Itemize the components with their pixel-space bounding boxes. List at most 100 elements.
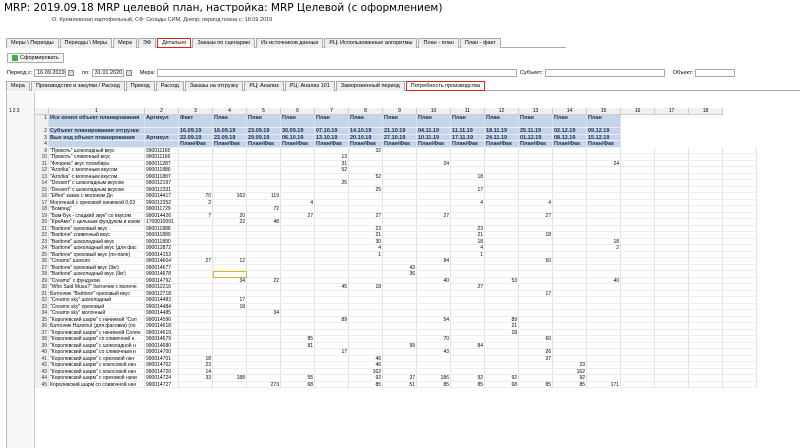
- tab-second-7[interactable]: Замороженный период: [335, 81, 405, 91]
- column-header[interactable]: 2: [145, 108, 179, 115]
- column-header[interactable]: 10: [417, 108, 451, 115]
- empty-cell[interactable]: [621, 381, 655, 388]
- value-cell[interactable]: 85: [519, 381, 553, 388]
- period-to-label: по:: [82, 70, 90, 76]
- header-cell[interactable]: Факт: [179, 115, 213, 128]
- tab-second-5[interactable]: РЦ: Анализ: [244, 81, 284, 91]
- column-header[interactable]: 8: [349, 108, 383, 115]
- tab-top-8[interactable]: План - план: [418, 38, 459, 48]
- article-cell[interactable]: 990014727: [145, 381, 179, 388]
- subject-filter: Субъект: Объект:: [520, 69, 736, 77]
- tab-top-9[interactable]: План - факт: [459, 38, 501, 48]
- form-button[interactable]: Сформировать: [7, 53, 64, 63]
- tab-second-8[interactable]: Потребность производства: [405, 81, 486, 91]
- column-header[interactable]: 15: [587, 108, 621, 115]
- period-to-field[interactable]: 31.01.2020: [91, 69, 124, 77]
- value-cell[interactable]: [315, 381, 349, 388]
- column-header[interactable]: 9: [383, 108, 417, 115]
- header-cell[interactable]: Иск конпл объект планирования: [49, 115, 145, 128]
- top-tabs: Меры \ Периоды Периоды \ Меры Мера ЭФ Деталь…: [6, 38, 566, 48]
- period-filter: Период с: 16.09.2019 по: 31.01.2020 Мера…: [7, 69, 518, 77]
- header-row: 1 Иск конпл объект планирования Артикул Фак…: [35, 115, 757, 128]
- outline-level-button[interactable]: 1: [9, 108, 12, 114]
- column-header[interactable]: 16: [621, 108, 655, 115]
- header-cell[interactable]: План: [315, 115, 349, 128]
- header-cell[interactable]: План: [417, 115, 451, 128]
- calendar-icon[interactable]: [125, 70, 132, 76]
- tab-top-3[interactable]: ЭФ: [137, 38, 157, 48]
- object-field[interactable]: [695, 69, 736, 77]
- outline-level-button[interactable]: 2: [13, 108, 16, 114]
- tab-top-5[interactable]: Заказы по сценарию: [192, 38, 256, 48]
- spreadsheet-grid[interactable]: 123 1 2 3 4 5 6 7 8 9 10 11 12 13 14 15 16 17 18 1 Иск кон…: [6, 92, 800, 448]
- value-cell[interactable]: 68: [485, 381, 519, 388]
- value-cell[interactable]: 51: [383, 381, 417, 388]
- header-cell[interactable]: Артикул: [145, 115, 179, 128]
- value-cell[interactable]: 85: [451, 381, 485, 388]
- tab-second-1[interactable]: Производство и закупки / Расход: [30, 81, 125, 91]
- tab-second-4[interactable]: Заказы на отгрузку: [184, 81, 244, 91]
- period-from-label: Период с:: [7, 70, 33, 76]
- column-header[interactable]: 14: [553, 108, 587, 115]
- column-header[interactable]: 18: [689, 108, 723, 115]
- header-cell[interactable]: План: [587, 115, 621, 128]
- tab-second-0[interactable]: Мера: [6, 81, 30, 91]
- tab-top-7[interactable]: РЦ: Использованные алгоритмы: [324, 38, 418, 48]
- header-cell[interactable]: План: [281, 115, 315, 128]
- value-cell[interactable]: 273: [247, 381, 281, 388]
- empty-cell[interactable]: [723, 381, 757, 388]
- tab-top-6[interactable]: Из источников данных: [256, 38, 324, 48]
- column-header[interactable]: 3: [179, 108, 213, 115]
- period-from-field[interactable]: 16.09.2019: [34, 69, 67, 77]
- window-title: MRP: 2019.09.18 MRP целевой план, настро…: [4, 2, 443, 14]
- product-name-cell[interactable]: Королевский шарм со сливочной нач: [49, 381, 145, 388]
- header-cell[interactable]: План: [553, 115, 587, 128]
- value-cell[interactable]: 171: [587, 381, 621, 388]
- row-number[interactable]: 1: [35, 115, 49, 128]
- column-header[interactable]: 6: [281, 108, 315, 115]
- value-cell[interactable]: 85: [417, 381, 451, 388]
- calendar-icon[interactable]: [68, 70, 75, 76]
- table-row: 45 Королевский шарм со сливочной нач 99001…: [35, 381, 757, 388]
- tab-top-2[interactable]: Мера: [113, 38, 137, 48]
- header-cell[interactable]: План: [349, 115, 383, 128]
- tab-top-4[interactable]: Детально: [157, 38, 192, 48]
- tab-second-3[interactable]: Расход: [155, 81, 184, 91]
- rows-container: 1 Иск конпл объект планирования Артикул Фак…: [35, 115, 757, 388]
- measure-label: Мера:: [139, 70, 156, 76]
- outline-level-button[interactable]: 3: [17, 108, 20, 114]
- tab-second-6[interactable]: РЦ: Анализ 101: [284, 81, 335, 91]
- tab-second-2[interactable]: Приход: [125, 81, 155, 91]
- subject-field[interactable]: [544, 69, 665, 77]
- row-number[interactable]: 45: [35, 381, 49, 388]
- tab-top-1[interactable]: Периоды \ Меры: [59, 38, 113, 48]
- column-headers: 1 2 3 4 5 6 7 8 9 10 11 12 13 14 15 16 17 18: [35, 108, 723, 115]
- value-cell[interactable]: [213, 381, 247, 388]
- column-header[interactable]: 5: [247, 108, 281, 115]
- outline-levels[interactable]: 123: [9, 108, 20, 114]
- header-cell[interactable]: План: [247, 115, 281, 128]
- secondary-tabs: Мера Производство и закупки / Расход Прихо…: [6, 81, 800, 91]
- header-cell[interactable]: План: [213, 115, 247, 128]
- header-cell[interactable]: План: [485, 115, 519, 128]
- tab-top-0[interactable]: Меры \ Периоды: [6, 38, 59, 48]
- column-header[interactable]: 4: [213, 108, 247, 115]
- column-header[interactable]: 12: [485, 108, 519, 115]
- column-header[interactable]: [35, 108, 49, 115]
- empty-cell[interactable]: [689, 381, 723, 388]
- value-cell[interactable]: 85: [349, 381, 383, 388]
- column-header[interactable]: 7: [315, 108, 349, 115]
- outline-gutter: [7, 92, 35, 448]
- column-header[interactable]: 17: [655, 108, 689, 115]
- column-header[interactable]: 13: [519, 108, 553, 115]
- header-cell[interactable]: План: [451, 115, 485, 128]
- column-header[interactable]: 1: [49, 108, 145, 115]
- header-cell[interactable]: План: [383, 115, 417, 128]
- measure-field[interactable]: [157, 69, 518, 77]
- header-cell[interactable]: План: [519, 115, 553, 128]
- column-header[interactable]: 11: [451, 108, 485, 115]
- value-cell[interactable]: [179, 381, 213, 388]
- empty-cell[interactable]: [655, 381, 689, 388]
- value-cell[interactable]: 85: [553, 381, 587, 388]
- value-cell[interactable]: 68: [281, 381, 315, 388]
